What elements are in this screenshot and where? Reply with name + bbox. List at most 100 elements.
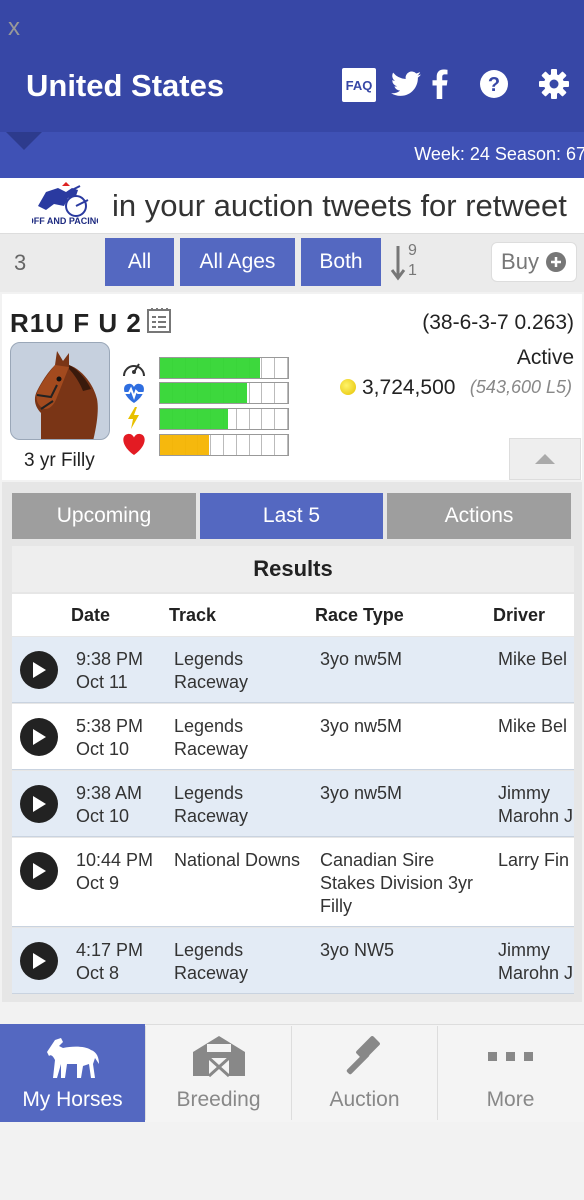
tab-last-5[interactable]: Last 5 bbox=[200, 493, 383, 539]
table-row[interactable]: 9:38 AM Oct 10 Legends Raceway 3yo nw5M Jimmy… bbox=[12, 771, 574, 837]
horse-icon bbox=[46, 1038, 99, 1078]
week-season-label: Week: 24 Season: 67 bbox=[414, 144, 584, 164]
play-icon bbox=[33, 796, 46, 812]
stat-fill bbox=[160, 435, 209, 455]
barn-icon bbox=[192, 1036, 245, 1078]
tab-upcoming[interactable]: Upcoming bbox=[12, 493, 196, 539]
race-driver-line1: Mike Bel bbox=[498, 649, 568, 669]
speedometer-icon bbox=[120, 356, 148, 380]
stat-segment bbox=[262, 435, 276, 455]
stat-bar-gait bbox=[159, 408, 289, 430]
stat-segment bbox=[275, 358, 288, 378]
nav-more[interactable]: More bbox=[438, 1024, 583, 1122]
table-row[interactable]: 4:17 PM Oct 8 Legends Raceway 3yo NW5 Jimmy Ma… bbox=[12, 928, 574, 994]
table-row[interactable]: 5:38 PM Oct 10 Legends Raceway 3yo nw5M Mike … bbox=[12, 704, 574, 770]
stat-bar-health bbox=[159, 434, 289, 456]
stat-segment bbox=[250, 409, 263, 429]
race-type-line1: Canadian Sire bbox=[320, 850, 435, 870]
play-replay-button[interactable] bbox=[20, 852, 58, 890]
race-track-line2: Raceway bbox=[174, 963, 249, 983]
play-replay-button[interactable] bbox=[20, 718, 58, 756]
svg-text:?: ? bbox=[488, 74, 500, 96]
coin-icon bbox=[340, 379, 356, 395]
table-row[interactable]: 10:44 PM Oct 9 National Downs Canadian Sire… bbox=[12, 838, 574, 927]
play-icon bbox=[33, 863, 46, 879]
race-time: 9:38 AM bbox=[76, 783, 143, 803]
nav-auction-label: Auction bbox=[329, 1088, 400, 1111]
tab-actions[interactable]: Actions bbox=[387, 493, 571, 539]
nav-my-horses[interactable]: My Horses bbox=[0, 1024, 145, 1122]
play-icon bbox=[33, 729, 46, 745]
chevron-up-icon bbox=[535, 454, 555, 464]
race-driver-line1: Jimmy bbox=[498, 940, 550, 960]
race-track-line1: Legends bbox=[174, 716, 244, 736]
stat-segment bbox=[211, 435, 224, 455]
race-date: Oct 10 bbox=[76, 806, 130, 826]
stat-segment bbox=[237, 409, 250, 429]
buy-label: Buy bbox=[501, 249, 539, 274]
col-date: Date bbox=[71, 605, 111, 625]
horse-status: Active bbox=[516, 346, 574, 369]
twitter-icon[interactable] bbox=[390, 66, 422, 102]
filter-all-button[interactable]: All bbox=[105, 238, 174, 286]
filter-ages-button[interactable]: All Ages bbox=[180, 238, 295, 286]
col-race-type: Race Type bbox=[315, 605, 404, 625]
stat-segment bbox=[275, 383, 288, 403]
race-date: Oct 9 bbox=[76, 873, 120, 893]
collapse-button[interactable] bbox=[509, 438, 581, 480]
ticker-text: in your auction tweets for retweet bbox=[112, 188, 567, 223]
race-record: (38-6-3-7 0.263) bbox=[422, 311, 574, 334]
stat-segment bbox=[262, 383, 276, 403]
race-date: Oct 8 bbox=[76, 963, 120, 983]
race-time: 10:44 PM bbox=[76, 850, 154, 870]
play-replay-button[interactable] bbox=[20, 785, 58, 823]
facebook-icon[interactable] bbox=[430, 66, 450, 102]
race-type-line2: Stakes Division 3yr bbox=[320, 873, 474, 893]
help-icon[interactable]: ? bbox=[478, 66, 510, 102]
race-track-line1: Legends bbox=[174, 783, 244, 803]
table-row[interactable]: 9:38 PM Oct 11 Legends Raceway 3yo nw5M Mike … bbox=[12, 637, 574, 703]
ticker-close-button[interactable]: x bbox=[8, 14, 20, 42]
filter-gender-button[interactable]: Both bbox=[301, 238, 381, 286]
race-time: 9:38 PM bbox=[76, 649, 144, 669]
horse-name: R1U F U 2 bbox=[10, 308, 142, 338]
stat-segment bbox=[237, 435, 250, 455]
horse-avatar bbox=[10, 342, 110, 440]
settings-gear-icon[interactable] bbox=[538, 66, 570, 102]
play-icon bbox=[33, 662, 46, 678]
race-track-line2: Raceway bbox=[174, 739, 249, 759]
stat-segment bbox=[224, 435, 237, 455]
buy-button[interactable]: Buy bbox=[491, 242, 577, 282]
horse-age-gender: 3 yr Filly bbox=[24, 450, 95, 471]
race-driver-line2: Marohn J bbox=[498, 963, 574, 983]
page-title: United States bbox=[26, 68, 225, 103]
nav-my-horses-label: My Horses bbox=[22, 1088, 123, 1111]
stat-segment bbox=[250, 435, 263, 455]
play-replay-button[interactable] bbox=[20, 942, 58, 980]
more-dots-icon bbox=[487, 1052, 533, 1061]
play-replay-button[interactable] bbox=[20, 651, 58, 689]
race-time: 5:38 PM bbox=[76, 716, 144, 736]
notes-icon[interactable] bbox=[146, 308, 172, 334]
plus-circle-icon bbox=[545, 252, 566, 272]
sort-top-digit: 9 bbox=[408, 242, 417, 259]
nav-more-label: More bbox=[486, 1088, 535, 1111]
race-track-line2: Raceway bbox=[174, 672, 249, 692]
horse-count: 3 bbox=[14, 250, 27, 275]
heart-icon bbox=[120, 432, 148, 456]
nav-breeding-label: Breeding bbox=[176, 1088, 261, 1111]
sort-bottom-digit: 1 bbox=[408, 262, 417, 279]
stat-segment bbox=[262, 358, 276, 378]
gavel-icon bbox=[346, 1036, 380, 1075]
nav-breeding[interactable]: Breeding bbox=[146, 1024, 291, 1122]
race-track-line1: Legends bbox=[174, 649, 244, 669]
stat-segment bbox=[250, 383, 263, 403]
faq-button[interactable]: FAQ bbox=[342, 68, 376, 102]
results-table-header: Date Track Race Type Driver bbox=[12, 594, 574, 636]
stat-fill bbox=[160, 358, 260, 378]
header-notch bbox=[6, 132, 42, 150]
last5-earnings: (543,600 L5) bbox=[469, 377, 572, 397]
nav-auction[interactable]: Auction bbox=[292, 1024, 437, 1122]
race-date: Oct 11 bbox=[76, 672, 128, 692]
sort-descending-icon[interactable]: 9 1 bbox=[390, 242, 424, 282]
